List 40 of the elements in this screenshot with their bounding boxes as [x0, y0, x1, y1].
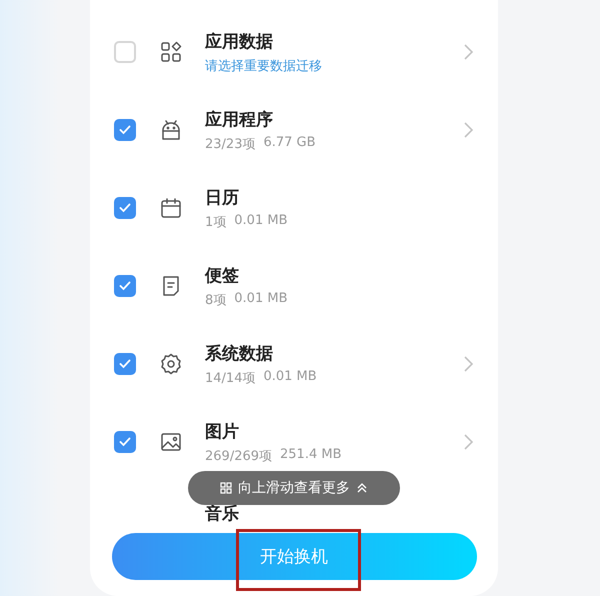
item-title: 便签	[205, 264, 240, 286]
item-title: 音乐	[205, 503, 239, 525]
toast-text: 向上滑动查看更多	[238, 479, 350, 497]
checkbox[interactable]	[114, 431, 136, 453]
item-size: 251.4 MB	[280, 446, 342, 464]
checkmark-icon	[119, 203, 131, 213]
item-title: 应用数据	[205, 30, 274, 52]
item-size: 0.01 MB	[263, 368, 317, 386]
checkbox[interactable]	[114, 353, 136, 375]
item-hint: 请选择重要数据迁移	[205, 58, 323, 74]
item-count: 269/269项	[205, 448, 272, 464]
item-count: 23/23项	[205, 136, 256, 152]
chevron-icon[interactable]	[462, 121, 474, 139]
chevron-icon[interactable]	[462, 43, 474, 61]
chevron-icon[interactable]	[462, 355, 474, 373]
checkmark-icon	[119, 125, 131, 135]
item-count: 8项	[205, 292, 226, 308]
item-size: 0.01 MB	[234, 290, 288, 308]
apps-grid-icon	[159, 40, 183, 64]
item-title: 应用程序	[205, 108, 274, 130]
start-button[interactable]: 开始换机	[112, 533, 476, 580]
grid-icon	[220, 482, 232, 494]
calendar-icon	[159, 196, 183, 220]
item-size: 0.01 MB	[234, 212, 288, 230]
item-title: 日历	[205, 186, 240, 208]
chevron-icon[interactable]	[462, 433, 474, 451]
item-count: 14/14项	[205, 370, 256, 386]
checkbox[interactable]	[114, 119, 136, 141]
settings-icon	[159, 352, 183, 376]
item-title: 系统数据	[205, 342, 274, 364]
item-title: 图片	[205, 420, 240, 442]
checkmark-icon	[119, 281, 131, 291]
double-chevron-up-icon	[356, 482, 368, 494]
checkbox[interactable]	[114, 41, 136, 63]
item-count: 1项	[205, 214, 226, 230]
item-size: 6.77 GB	[263, 134, 316, 152]
checkbox[interactable]	[114, 275, 136, 297]
checkbox[interactable]	[114, 197, 136, 219]
checkmark-icon	[119, 359, 131, 369]
checkmark-icon	[119, 437, 131, 447]
